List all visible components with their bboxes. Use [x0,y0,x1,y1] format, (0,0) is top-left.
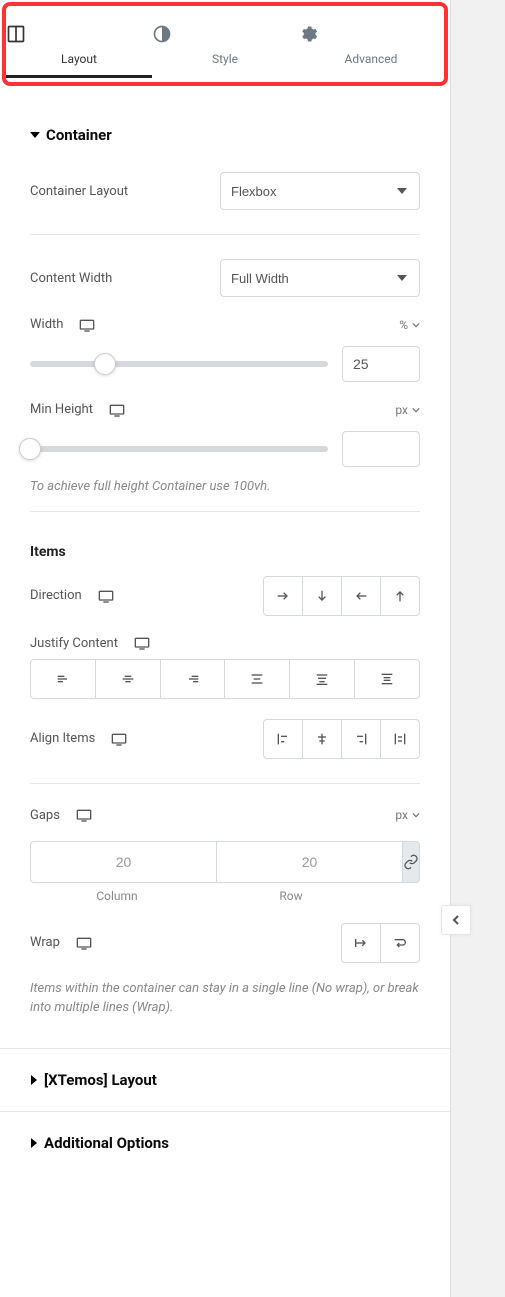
tab-underline [6,75,152,78]
gaps-label: Gaps [30,808,60,823]
tab-style[interactable]: Style [152,6,298,78]
tab-style-label: Style [212,52,238,66]
min-height-label: Min Height [30,402,93,417]
min-height-unit-select[interactable]: px [395,403,420,417]
editor-tabs: Layout Style Advanced [6,6,444,78]
direction-group [263,576,420,616]
section-xtemos-title: [XTemos] Layout [44,1071,157,1089]
tab-advanced-label: Advanced [345,52,398,66]
gear-icon [298,24,444,44]
section-additional-title: Additional Options [44,1134,169,1152]
justify-space-evenly-button[interactable] [354,659,420,699]
gaps-unit-select[interactable]: px [395,808,420,822]
chevron-down-icon [412,321,420,329]
caret-right-icon [30,1138,38,1148]
tab-layout[interactable]: Layout [6,6,152,78]
responsive-icon[interactable] [98,589,114,603]
direction-label: Direction [30,588,82,603]
tabs-highlight: Layout Style Advanced [2,2,448,86]
wrap-hint: Items within the container can stay in a… [30,979,420,1018]
width-input[interactable] [342,346,420,382]
justify-center-button[interactable] [95,659,161,699]
align-center-button[interactable] [302,719,342,759]
direction-row-reverse-button[interactable] [341,576,381,616]
tab-advanced[interactable]: Advanced [298,6,444,78]
width-label: Width [30,317,63,332]
wrap-group [341,923,420,963]
min-height-hint: To achieve full height Container use 100… [30,477,420,497]
width-slider-thumb[interactable] [94,353,116,375]
gap-row-input[interactable] [216,841,403,883]
gap-column-input[interactable] [30,841,217,883]
link-icon [403,854,419,870]
align-end-button[interactable] [341,719,381,759]
style-icon [152,24,298,44]
justify-start-button[interactable] [30,659,96,699]
divider [30,511,420,512]
direction-column-button[interactable] [302,576,342,616]
justify-space-around-button[interactable] [289,659,355,699]
nowrap-button[interactable] [341,923,381,963]
responsive-icon[interactable] [79,318,95,332]
justify-end-button[interactable] [160,659,226,699]
align-group [263,719,420,759]
right-gutter [450,0,505,1297]
gap-link-button[interactable] [402,841,420,883]
layout-icon [6,24,152,44]
panel-collapse-button[interactable] [441,905,471,935]
gap-row-label: Row [204,889,378,903]
justify-label: Justify Content [30,636,118,651]
min-height-slider-thumb[interactable] [19,438,41,460]
min-height-input[interactable] [342,431,420,467]
chevron-left-icon [451,914,461,926]
caret-down-icon [30,130,40,140]
caret-right-icon [30,1075,38,1085]
content-width-select[interactable]: Full Width [220,259,420,297]
responsive-icon[interactable] [109,403,125,417]
chevron-down-icon [412,406,420,414]
align-stretch-button[interactable] [380,719,420,759]
chevron-down-icon [412,811,420,819]
justify-space-between-button[interactable] [224,659,290,699]
container-layout-select[interactable]: Flexbox [220,172,420,210]
wrap-label: Wrap [30,935,60,950]
section-container-title: Container [46,126,112,144]
items-label: Items [30,526,420,566]
section-additional-header[interactable]: Additional Options [0,1111,450,1174]
tab-layout-label: Layout [61,52,97,66]
direction-row-button[interactable] [263,576,303,616]
responsive-icon[interactable] [76,936,92,950]
align-start-button[interactable] [263,719,303,759]
container-layout-label: Container Layout [30,184,128,199]
width-unit-select[interactable]: % [399,318,420,332]
wrap-button[interactable] [380,923,420,963]
divider [30,234,420,235]
section-container-header[interactable]: Container [30,108,420,162]
min-height-slider[interactable] [30,446,328,452]
width-slider[interactable] [30,361,328,367]
responsive-icon[interactable] [111,732,127,746]
direction-column-reverse-button[interactable] [380,576,420,616]
responsive-icon[interactable] [134,636,150,650]
gap-column-label: Column [30,889,204,903]
content-width-label: Content Width [30,271,112,286]
align-label: Align Items [30,731,95,746]
responsive-icon[interactable] [76,808,92,822]
justify-group [30,659,420,699]
section-xtemos-header[interactable]: [XTemos] Layout [0,1048,450,1111]
divider [30,783,420,784]
